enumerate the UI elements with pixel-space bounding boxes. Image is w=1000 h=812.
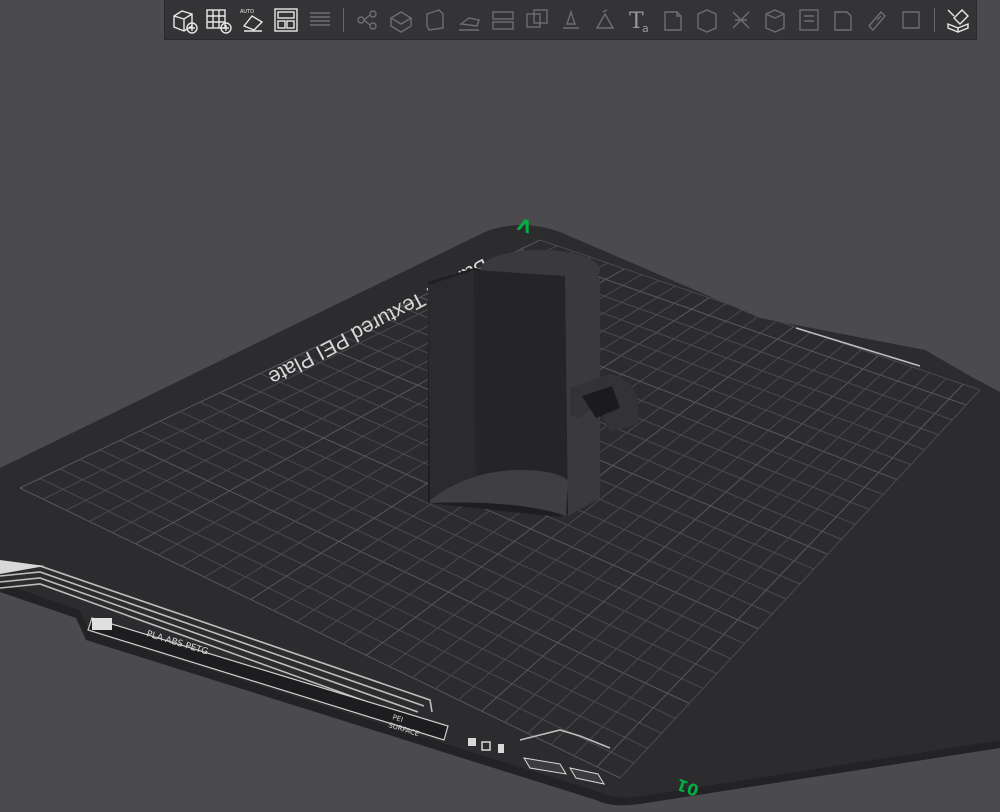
toolbar-separator xyxy=(343,7,344,32)
fuzzy-skin-button xyxy=(724,3,758,37)
add-plate-icon xyxy=(206,8,232,34)
color-paint-icon xyxy=(595,8,615,29)
support-paint-button xyxy=(554,3,588,37)
seam-paint-button xyxy=(656,3,690,37)
split-plate-button xyxy=(303,3,337,37)
top-toolbar: AUTO Ta xyxy=(164,0,977,40)
variable-height-icon xyxy=(697,8,717,33)
support-paint-icon xyxy=(563,9,579,29)
color-paint-button xyxy=(588,3,622,37)
split-parts-icon xyxy=(389,10,413,33)
lay-on-face-button xyxy=(452,3,486,37)
scale-icon xyxy=(426,8,444,31)
variable-height-button xyxy=(690,3,724,37)
split-objects-icon xyxy=(357,9,377,30)
seam-paint-icon xyxy=(664,10,682,31)
add-plate-button[interactable] xyxy=(201,3,235,37)
assembly-icon xyxy=(799,8,819,31)
mesh-boolean-button xyxy=(520,3,554,37)
add-part-button[interactable] xyxy=(167,3,201,37)
fuzzy-skin-icon xyxy=(732,11,750,28)
text-emboss-button: Ta xyxy=(622,3,656,37)
assembly-button xyxy=(792,3,826,37)
measure-icon xyxy=(765,8,785,33)
toolbar-separator xyxy=(934,7,935,32)
svg-emboss-icon xyxy=(868,10,886,31)
assembly-view-button[interactable] xyxy=(941,3,975,37)
brim-ears-button xyxy=(826,3,860,37)
text-emboss-icon: Ta xyxy=(629,9,649,34)
svg-text:a: a xyxy=(642,22,649,34)
arrange-button[interactable] xyxy=(269,3,303,37)
split-objects-button xyxy=(350,3,384,37)
hollow-icon xyxy=(902,10,920,29)
3d-viewport[interactable]: PLA ABS PETG PEI SURFACE Bambu Textured … xyxy=(0,0,1000,812)
assembly-view-icon xyxy=(947,8,969,33)
auto-orient-icon: AUTO xyxy=(240,9,264,32)
mesh-boolean-icon xyxy=(526,8,548,28)
scale-button xyxy=(418,3,452,37)
split-plate-icon xyxy=(310,11,330,26)
cut-icon xyxy=(492,10,514,30)
measure-button xyxy=(758,3,792,37)
cut-button xyxy=(486,3,520,37)
brim-ears-icon xyxy=(834,10,852,31)
hollow-button xyxy=(894,3,928,37)
lay-on-face-icon xyxy=(459,16,480,31)
svg-text:AUTO: AUTO xyxy=(240,9,254,15)
svg-emboss-button xyxy=(860,3,894,37)
add-part-icon xyxy=(173,9,198,34)
arrange-icon xyxy=(274,7,298,32)
split-parts-button xyxy=(384,3,418,37)
auto-orient-button[interactable]: AUTO xyxy=(235,3,269,37)
